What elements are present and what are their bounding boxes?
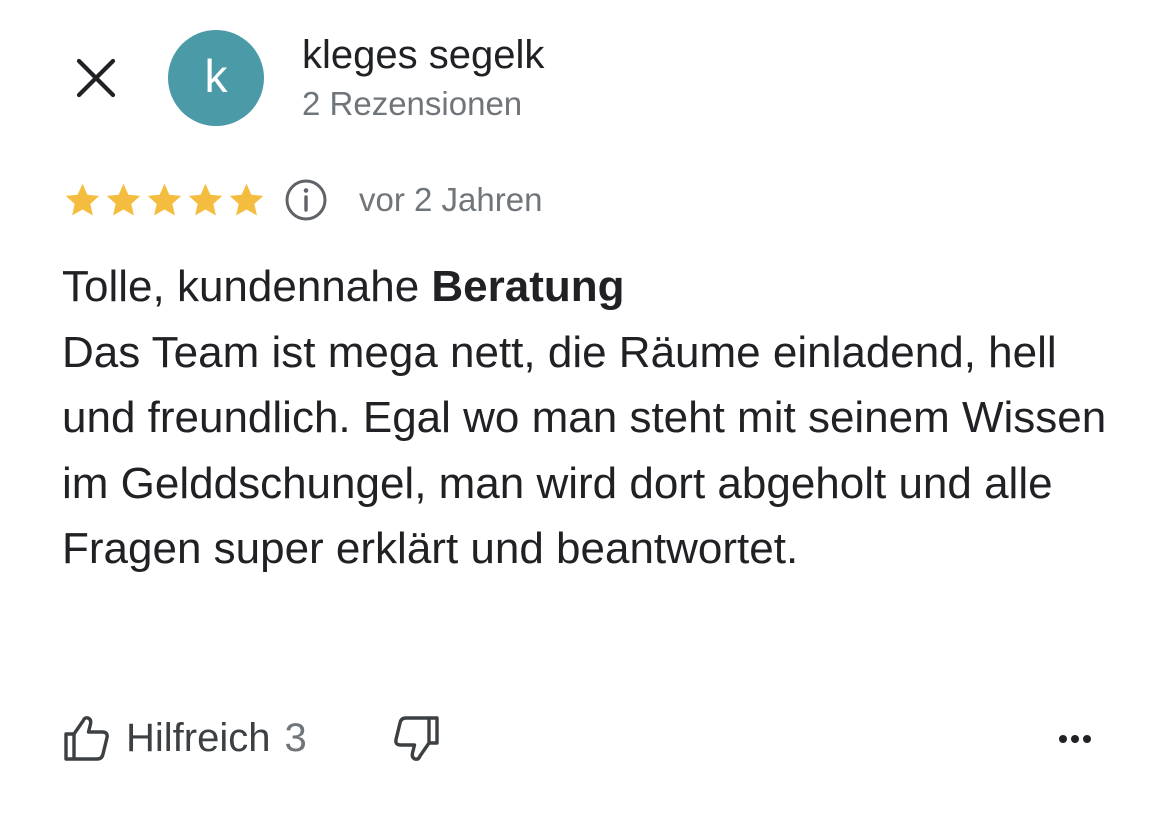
- thumb-down-icon: [393, 716, 439, 761]
- review-title: Tolle, kundennahe Beratung: [62, 254, 1122, 320]
- more-horizontal-icon: [1059, 735, 1091, 743]
- avatar[interactable]: k: [168, 30, 264, 126]
- helpful-count: 3: [284, 715, 307, 760]
- helpful-button[interactable]: Hilfreich 3: [62, 713, 307, 763]
- avatar-letter: k: [204, 50, 228, 102]
- reviewer-review-count: 2 Rezensionen: [302, 85, 523, 122]
- star-filled-icon: [229, 183, 264, 216]
- helpful-label: Hilfreich: [126, 715, 271, 760]
- review-title-bold: Beratung: [431, 262, 625, 311]
- info-icon[interactable]: [283, 177, 329, 223]
- close-button[interactable]: [72, 54, 120, 102]
- review-text: Tolle, kundennahe Beratung Das Team ist …: [62, 254, 1122, 582]
- review-actions: Hilfreich 3: [62, 710, 441, 766]
- rating-row: vor 2 Jahren: [62, 176, 542, 224]
- star-filled-icon: [65, 183, 100, 216]
- review-title-prefix: Tolle, kundennahe: [62, 262, 432, 311]
- review-body: Das Team ist mega nett, die Räume einlad…: [62, 327, 1107, 574]
- thumb-up-icon: [64, 716, 109, 761]
- star-filled-icon: [188, 183, 223, 216]
- close-icon: [76, 58, 116, 98]
- not-helpful-button[interactable]: [389, 712, 441, 764]
- review-time: vor 2 Jahren: [359, 181, 543, 218]
- more-options-button[interactable]: [1052, 716, 1098, 762]
- star-rating: [62, 180, 267, 221]
- star-filled-icon: [147, 183, 182, 216]
- reviewer-name[interactable]: kleges segelk: [302, 31, 544, 79]
- star-filled-icon: [106, 183, 141, 216]
